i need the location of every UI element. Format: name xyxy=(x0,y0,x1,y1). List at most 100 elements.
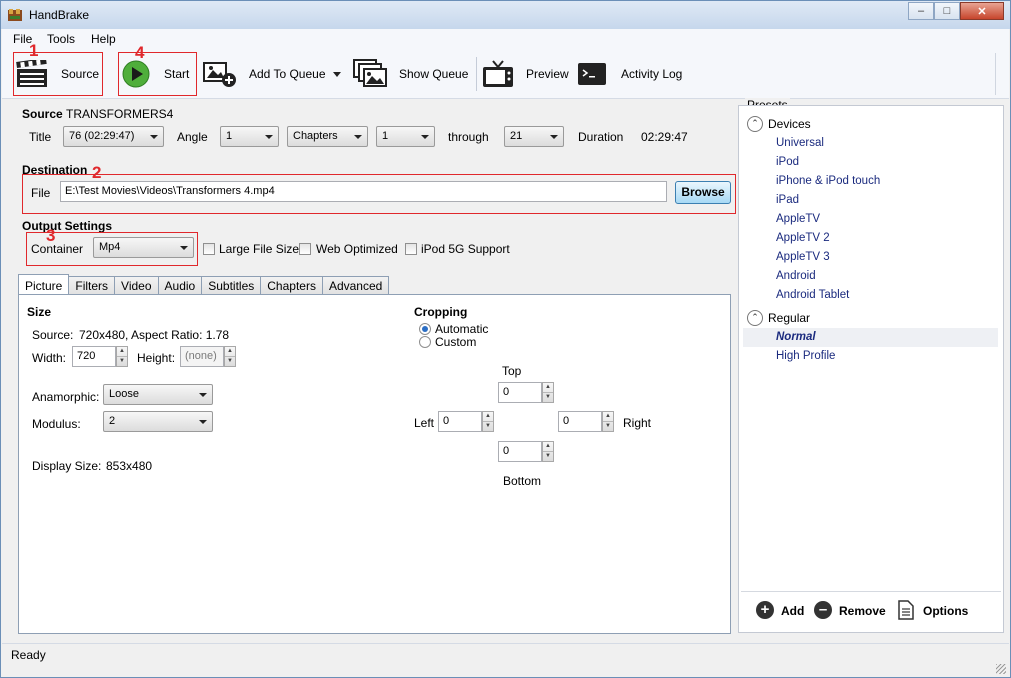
preset-ipod[interactable]: iPod xyxy=(776,156,799,168)
show-queue-button[interactable]: Show Queue xyxy=(353,49,468,99)
range-end-select[interactable]: 21 xyxy=(504,126,564,147)
tab-advanced[interactable]: Advanced xyxy=(321,276,390,294)
preset-universal[interactable]: Universal xyxy=(776,137,824,149)
source-name: TRANSFORMERS4 xyxy=(66,107,174,121)
options-document-icon[interactable] xyxy=(898,600,914,620)
preset-group-regular[interactable]: Regular xyxy=(768,311,810,325)
status-bar: Ready xyxy=(2,643,1009,677)
window-controls: – □ ✕ xyxy=(908,2,1004,20)
size-label: Size xyxy=(27,305,52,319)
preset-iphone-ipod-touch[interactable]: iPhone & iPod touch xyxy=(776,175,880,187)
minimize-button[interactable]: – xyxy=(908,2,934,20)
handbrake-window: HandBrake – □ ✕ File Tools Help Source S… xyxy=(0,0,1011,678)
tab-chapters[interactable]: Chapters xyxy=(260,276,323,294)
tab-video[interactable]: Video xyxy=(114,276,159,294)
preview-button[interactable]: Preview xyxy=(482,49,569,99)
modulus-select[interactable]: 2 xyxy=(103,411,213,432)
cropping-custom-radio[interactable] xyxy=(419,336,431,348)
preset-android[interactable]: Android xyxy=(776,270,816,282)
anamorphic-select[interactable]: Loose xyxy=(103,384,213,405)
tab-filters[interactable]: Filters xyxy=(68,276,116,294)
title-select[interactable]: 76 (02:29:47) xyxy=(63,126,164,147)
add-to-queue-button[interactable]: Add To Queue xyxy=(203,49,341,99)
toolbar-separator xyxy=(476,57,477,91)
status-text: Ready xyxy=(11,648,46,662)
web-optimized-label: Web Optimized xyxy=(316,242,398,256)
crop-left-label: Left xyxy=(414,416,435,430)
width-input[interactable]: 720 xyxy=(72,346,116,367)
title-bar: HandBrake – □ ✕ xyxy=(1,1,1010,29)
add-preset-button[interactable]: Add xyxy=(781,604,804,618)
crop-right-stepper[interactable]: ▲ ▼ xyxy=(602,411,614,432)
tab-picture[interactable]: Picture xyxy=(18,274,70,294)
menu-tools[interactable]: Tools xyxy=(47,32,75,46)
add-to-queue-label: Add To Queue xyxy=(249,67,326,81)
options-button[interactable]: Options xyxy=(923,604,968,618)
preset-appletv-2[interactable]: AppleTV 2 xyxy=(776,232,830,244)
preset-ipad[interactable]: iPad xyxy=(776,194,799,206)
angle-select[interactable]: 1 xyxy=(220,126,279,147)
preset-group-devices[interactable]: Devices xyxy=(768,117,811,131)
ipod5g-checkbox[interactable] xyxy=(405,243,417,255)
close-button[interactable]: ✕ xyxy=(960,2,1004,20)
add-to-queue-icon xyxy=(203,62,236,87)
terminal-icon xyxy=(578,63,606,85)
browse-button[interactable]: Browse xyxy=(675,181,731,204)
toolbar-overflow-grip[interactable] xyxy=(995,53,1005,95)
settings-tabs: Picture Filters Video Audio Subtitles Ch… xyxy=(18,274,390,294)
preset-normal[interactable]: Normal xyxy=(776,331,816,343)
duration-value: 02:29:47 xyxy=(641,130,688,144)
dropdown-arrow-icon[interactable] xyxy=(332,71,341,77)
window-title: HandBrake xyxy=(29,8,90,22)
crop-left-input[interactable]: 0 xyxy=(438,411,482,432)
web-optimized-checkbox[interactable] xyxy=(299,243,311,255)
source-label: Source xyxy=(22,107,63,121)
preset-appletv[interactable]: AppleTV xyxy=(776,213,820,225)
cropping-automatic-radio[interactable] xyxy=(419,323,431,335)
remove-preset-button[interactable]: Remove xyxy=(839,604,886,618)
height-input[interactable]: (none) xyxy=(180,346,224,367)
container-select[interactable]: Mp4 xyxy=(93,237,194,258)
crop-right-input[interactable]: 0 xyxy=(558,411,602,432)
large-file-label: Large File Size xyxy=(219,242,300,256)
remove-preset-icon[interactable]: – xyxy=(814,601,832,619)
tab-audio[interactable]: Audio xyxy=(157,276,203,294)
file-label: File xyxy=(31,186,51,200)
tv-icon xyxy=(483,60,513,87)
activity-log-button[interactable]: Activity Log xyxy=(578,49,682,99)
crop-bottom-input[interactable]: 0 xyxy=(498,441,542,462)
large-file-checkbox[interactable] xyxy=(203,243,215,255)
add-preset-icon[interactable]: + xyxy=(756,601,774,619)
cropping-label: Cropping xyxy=(414,305,468,319)
tab-subtitles[interactable]: Subtitles xyxy=(201,276,262,294)
height-stepper[interactable]: ▲ ▼ xyxy=(224,346,236,367)
range-mode-select[interactable]: Chapters xyxy=(287,126,368,147)
preset-high-profile[interactable]: High Profile xyxy=(776,350,835,362)
preset-android-tablet[interactable]: Android Tablet xyxy=(776,289,849,301)
cropping-custom-label: Custom xyxy=(435,335,477,349)
crop-top-input[interactable]: 0 xyxy=(498,382,542,403)
crop-top-stepper[interactable]: ▲ ▼ xyxy=(542,382,554,403)
cropping-automatic-label: Automatic xyxy=(435,322,489,336)
handbrake-logo-icon xyxy=(8,9,22,21)
width-label: Width: xyxy=(32,351,67,365)
devices-collapse-icon[interactable]: ⌃ xyxy=(747,116,763,132)
preset-appletv-3[interactable]: AppleTV 3 xyxy=(776,251,830,263)
range-start-select[interactable]: 1 xyxy=(376,126,435,147)
menu-help[interactable]: Help xyxy=(91,32,116,46)
destination-file-input[interactable]: E:\Test Movies\Videos\Transformers 4.mp4 xyxy=(60,181,667,202)
regular-collapse-icon[interactable]: ⌃ xyxy=(747,310,763,326)
through-label: through xyxy=(448,130,489,144)
resize-grip-icon[interactable] xyxy=(996,664,1006,674)
annotation-number-1: 1 xyxy=(29,41,39,60)
maximize-button[interactable]: □ xyxy=(934,2,960,20)
angle-label: Angle xyxy=(177,130,208,144)
picture-source-value: 720x480, Aspect Ratio: 1.78 xyxy=(79,328,230,342)
width-stepper[interactable]: ▲ ▼ xyxy=(116,346,128,367)
ipod5g-label: iPod 5G Support xyxy=(421,242,510,256)
crop-left-stepper[interactable]: ▲ ▼ xyxy=(482,411,494,432)
annotation-number-4: 4 xyxy=(135,43,145,62)
duration-label: Duration xyxy=(578,130,624,144)
annotation-box-start xyxy=(118,52,197,96)
crop-bottom-stepper[interactable]: ▲ ▼ xyxy=(542,441,554,462)
